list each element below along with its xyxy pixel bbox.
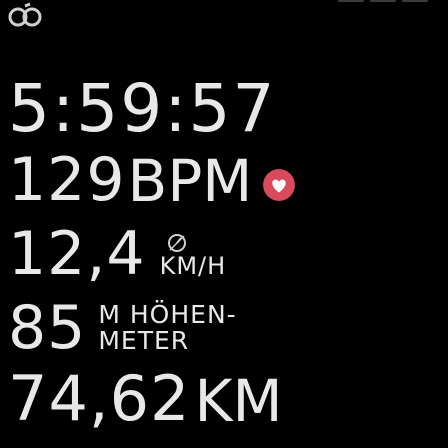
heart-rate-value: 129 (8, 145, 126, 215)
page-dot (370, 0, 396, 2)
workout-screen: 5:59:57 129 BPM 12,4 KM/H 85 M HÖHEN- ME… (0, 0, 448, 448)
elapsed-time: 5:59:57 (8, 70, 277, 147)
heart-icon (263, 169, 296, 201)
distance-row: 74,62 KM (8, 362, 283, 435)
running-figure-icon (8, 2, 42, 27)
heart-rate-unit: BPM (127, 147, 253, 215)
page-dot (338, 0, 364, 2)
altitude-label-line2: METER (98, 325, 190, 355)
speed-value: 12,4 (8, 219, 146, 289)
altitude-label: M HÖHEN- METER (98, 299, 237, 355)
altitude-label-line1: M HÖHEN- (98, 299, 237, 329)
page-indicator (338, 0, 428, 3)
distance-unit: KM (194, 367, 283, 435)
page-dot (402, 0, 428, 2)
speed-row: 12,4 KM/H (8, 224, 226, 284)
distance-value: 74,62 (8, 362, 191, 435)
altitude-value: 85 (8, 293, 87, 363)
pace-gauge-icon (167, 234, 186, 252)
altitude-row: 85 M HÖHEN- METER (8, 298, 237, 358)
heart-rate-row: 129 BPM (8, 150, 296, 210)
speed-unit: KM/H (159, 252, 227, 280)
speed-unit-block: KM/H (160, 232, 227, 278)
elapsed-time-row: 5:59:57 (8, 76, 276, 142)
